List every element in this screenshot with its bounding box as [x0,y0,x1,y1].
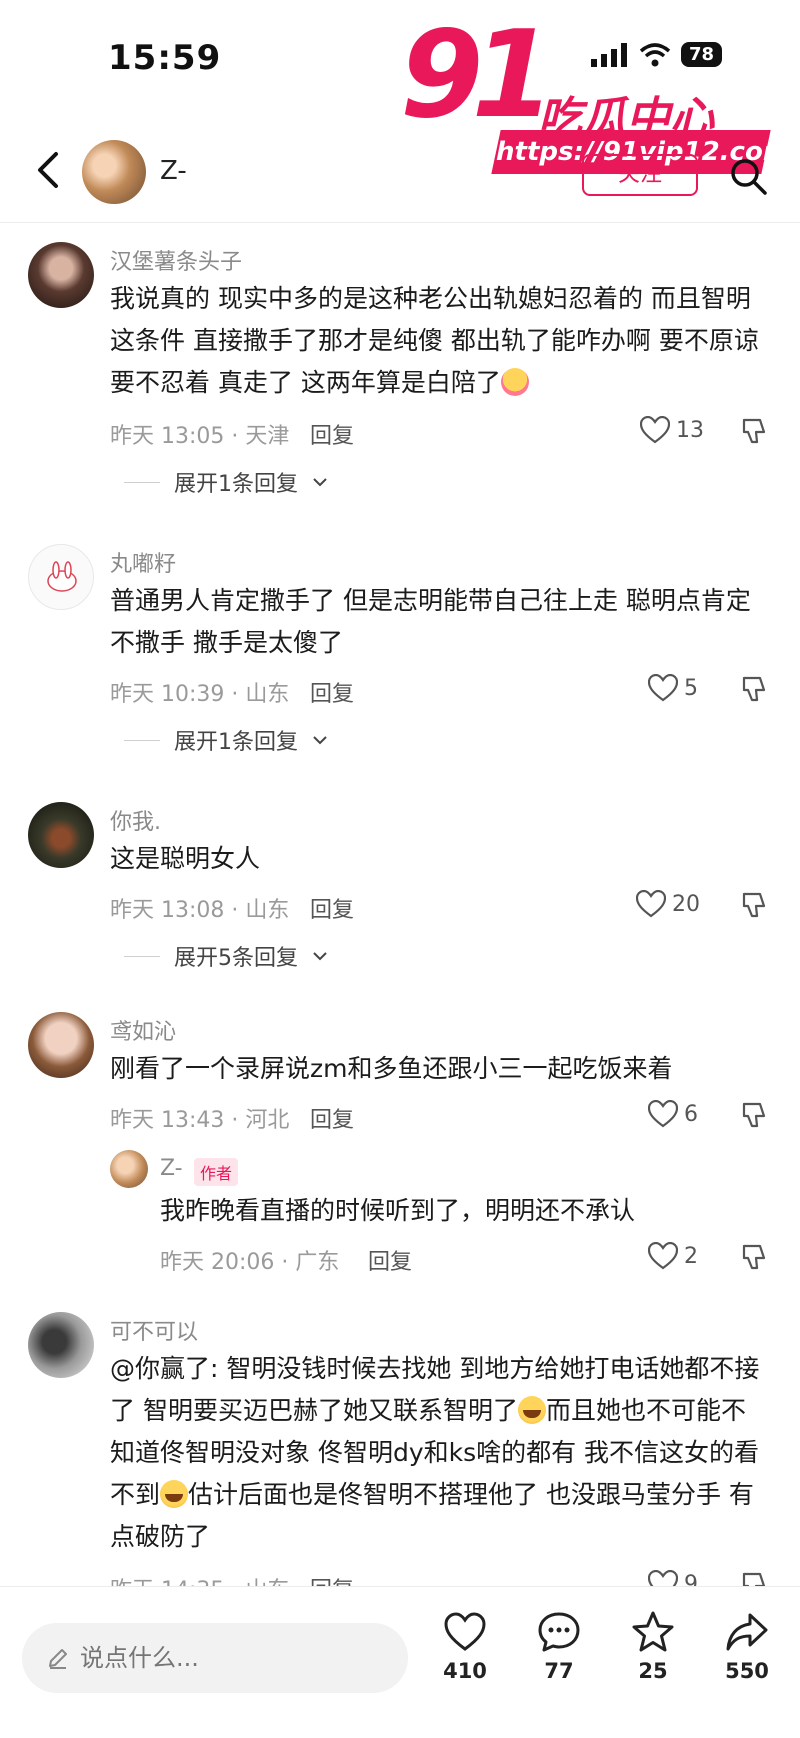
commenter-avatar[interactable] [28,802,94,868]
comment-text: 这是聪明女人 [110,844,261,873]
expand-replies[interactable]: 展开5条回复 [124,940,328,972]
dislike-icon[interactable] [740,890,770,920]
share-total: 550 [725,1659,769,1683]
expand-divider [124,739,160,741]
follow-button[interactable]: 关注 [582,154,698,196]
reply-button[interactable]: 回复 [310,892,354,924]
reply-button[interactable]: 回复 [310,1102,354,1134]
chevron-down-icon [313,736,327,745]
like-button[interactable]: 6 [648,1100,698,1128]
heart-icon [648,1100,678,1128]
crying-emoji-icon [517,1396,546,1424]
status-time: 15:59 [108,38,222,78]
commenter-avatar[interactable] [28,1012,94,1078]
commenter-avatar[interactable] [28,242,94,308]
comment-input-box[interactable] [22,1623,408,1693]
comment-text: 普通男人肯定撒手了 但是志明能带自己往上走 聪明点肯定不撒手 撒手是太傻了 [110,586,751,657]
reply-text: 我昨晚看直播的时候听到了，明明还不承认 [160,1196,636,1225]
star-post-button[interactable]: 25 [618,1609,688,1683]
comment-text: 刚看了一个录屏说zm和多鱼还跟小三一起吃饭来着 [110,1054,673,1083]
heart-icon [648,674,678,702]
author-badge: 作者 [194,1158,239,1186]
crying-emoji-icon [160,1480,189,1508]
commenter-name[interactable]: 丸嘟籽 [110,546,176,578]
like-count: 20 [672,891,700,917]
bottom-action-bar: 410 77 25 550 [0,1586,800,1738]
chevron-down-icon [313,478,327,487]
like-post-button[interactable]: 410 [430,1609,500,1683]
like-button[interactable]: 2 [648,1242,698,1270]
author-avatar[interactable] [82,140,146,204]
expand-divider [124,481,160,483]
comment-meta: 昨天 10:39 · 山东 [110,682,290,707]
star-total: 25 [638,1659,668,1683]
like-button[interactable]: 5 [648,674,698,702]
comment-post-button[interactable]: 77 [524,1609,594,1683]
star-icon [632,1611,674,1652]
reply-button[interactable]: 回复 [368,1244,412,1276]
commenter-name[interactable]: 可不可以 [110,1314,198,1346]
dislike-icon[interactable] [740,416,770,446]
like-count: 5 [684,675,698,701]
reply-author-name[interactable]: Z- [160,1156,183,1181]
commenter-name[interactable]: 汉堡薯条头子 [110,244,242,276]
like-count: 6 [684,1101,698,1127]
hug-emoji-icon [500,368,529,396]
dislike-icon[interactable] [740,674,770,704]
comment-text: 我说真的 现实中多的是这种老公出轨媳妇忍着的 而且智明这条件 直接撒手了那才是纯… [110,284,759,397]
comment-input[interactable] [80,1644,380,1672]
reply-avatar[interactable] [110,1150,148,1188]
header-divider [0,222,800,223]
share-post-button[interactable]: 550 [712,1609,782,1683]
dislike-icon[interactable] [740,1100,770,1130]
reply-button[interactable]: 回复 [310,676,354,708]
reply-button[interactable]: 回复 [310,418,354,450]
comment-text: @你赢了: 智明没钱时候去找她 到地方给她打电话她都不接了 智明要买迈巴赫了她又… [110,1354,760,1551]
comment-meta: 昨天 13:05 · 天津 [110,424,290,449]
heart-icon [444,1612,486,1651]
heart-icon [636,890,666,918]
commenter-avatar[interactable] [28,1312,94,1378]
back-icon[interactable] [28,148,68,192]
heart-icon [648,1242,678,1270]
share-icon [726,1613,768,1651]
like-total: 410 [443,1659,487,1683]
commenter-name[interactable]: 鸢如沁 [110,1014,176,1046]
author-name[interactable]: Z- [160,156,187,186]
dislike-icon[interactable] [740,1242,770,1272]
expand-replies[interactable]: 展开1条回复 [124,466,328,498]
expand-divider [124,955,160,957]
commenter-avatar[interactable] [28,544,94,610]
heart-icon [640,416,670,444]
like-button[interactable]: 20 [636,890,700,918]
pencil-icon [49,1649,67,1669]
like-count: 2 [684,1243,698,1269]
comment-meta: 昨天 13:08 · 山东 [110,898,290,923]
expand-replies[interactable]: 展开1条回复 [124,724,328,756]
like-count: 13 [676,417,704,443]
commenter-name[interactable]: 你我. [110,804,161,836]
like-button[interactable]: 13 [640,416,704,444]
watermark-number: 91 [400,6,555,145]
reply-meta: 昨天 20:06 · 广东 [160,1250,340,1275]
comment-icon [538,1612,580,1652]
search-icon[interactable] [728,156,768,196]
comment-total: 77 [544,1659,574,1683]
chevron-down-icon [313,952,327,961]
rabbit-icon [47,561,77,592]
header: Z- 关注 [0,120,800,220]
comment-meta: 昨天 13:43 · 河北 [110,1108,290,1133]
